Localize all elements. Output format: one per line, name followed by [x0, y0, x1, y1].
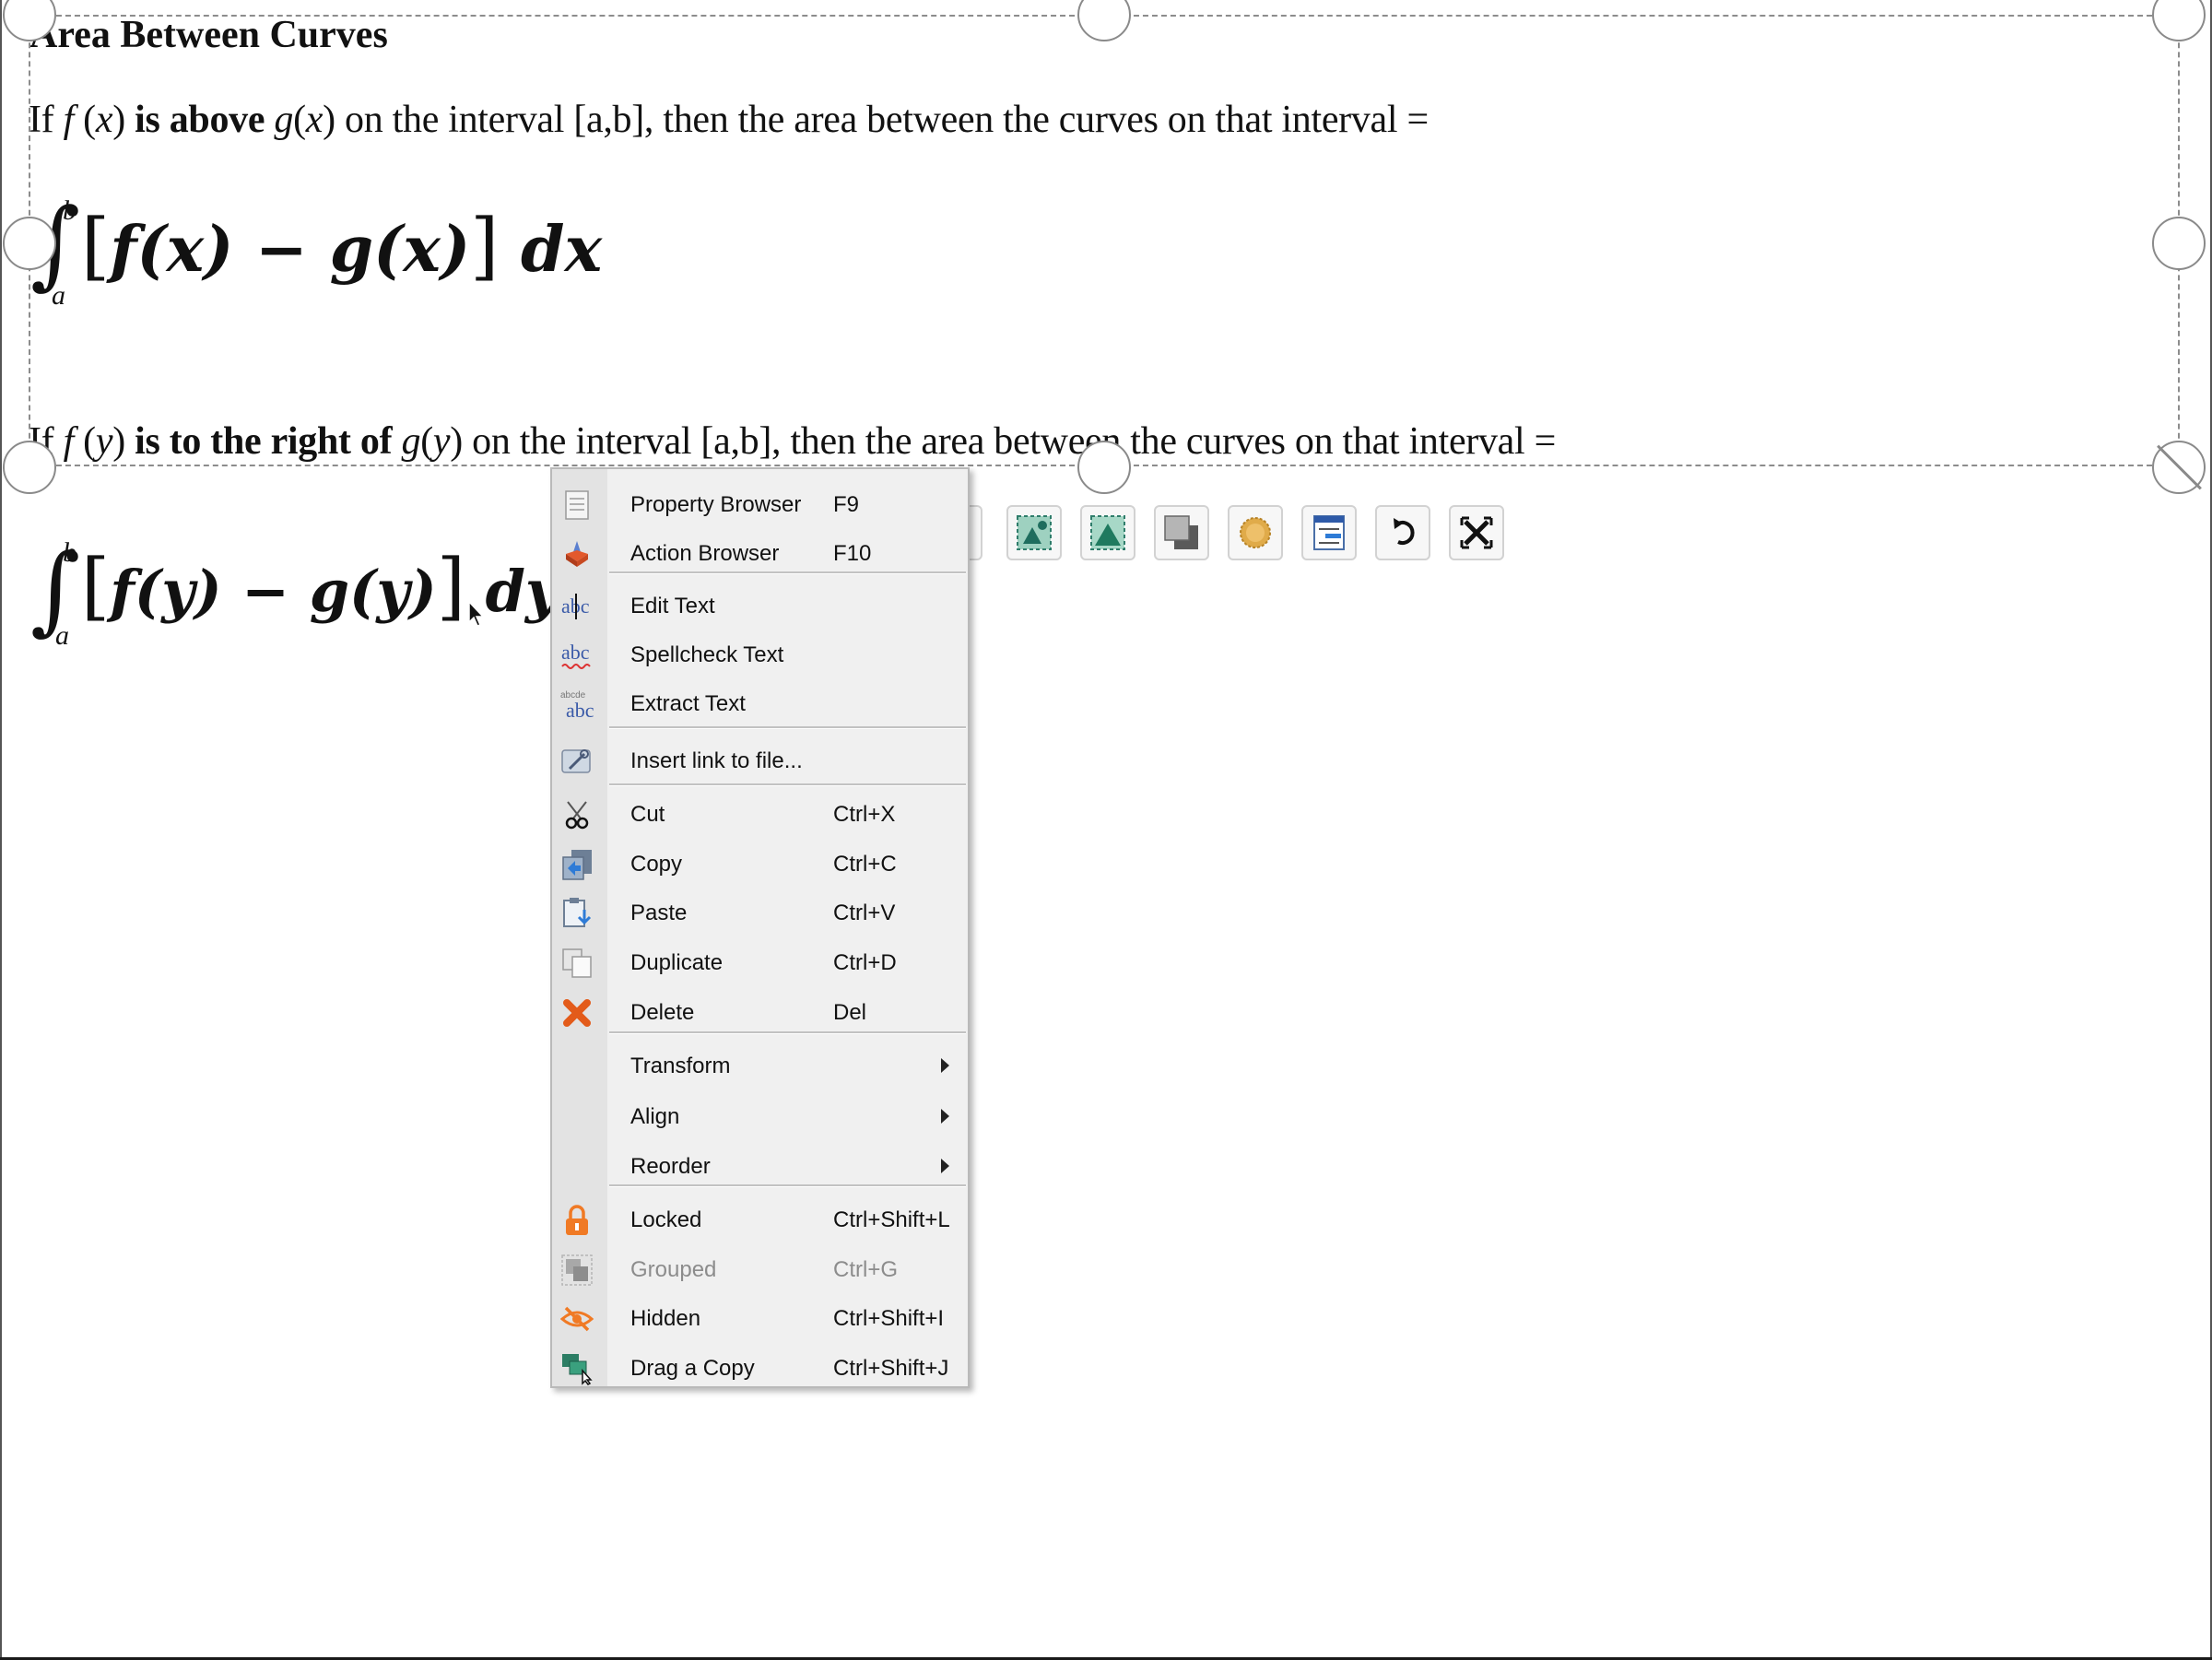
- formula-dy: ∫ b a [f(y) − g(y)] dy: [30, 537, 559, 661]
- extract-text-icon: abcde abc: [560, 688, 594, 722]
- menu-item-drag-a-copy[interactable]: Drag a Copy Ctrl+Shift+J: [552, 1345, 968, 1393]
- menu-label: Hidden: [630, 1306, 701, 1331]
- menu-shortcut: Ctrl+V: [833, 901, 896, 925]
- menu-label: Locked: [630, 1207, 702, 1232]
- drag-copy-icon: [560, 1352, 594, 1385]
- menu-item-paste[interactable]: Paste Ctrl+V: [552, 889, 968, 937]
- insert-link-icon: [560, 745, 594, 778]
- menu-item-delete[interactable]: Delete Del: [552, 989, 968, 1037]
- menu-shortcut: F10: [833, 541, 872, 566]
- resize-handle-middle-left[interactable]: [3, 217, 56, 270]
- menu-label: Duplicate: [630, 950, 724, 975]
- menu-item-property-browser[interactable]: Property Browser F9: [552, 481, 968, 529]
- integral-upper-limit: b: [63, 537, 76, 568]
- mask-button[interactable]: [1006, 505, 1062, 560]
- menu-shortcut: Ctrl+Shift+I: [833, 1306, 945, 1331]
- brightness-button[interactable]: [1228, 505, 1283, 560]
- menu-shortcut: Ctrl+X: [833, 802, 896, 827]
- menu-item-transform[interactable]: Transform: [552, 1042, 968, 1090]
- menu-label: Align: [630, 1104, 680, 1129]
- svg-text:abc: abc: [566, 699, 594, 721]
- submenu-arrow-icon: [941, 1058, 949, 1073]
- hidden-eye-icon: [559, 1302, 594, 1336]
- lock-icon: [560, 1204, 594, 1237]
- menu-label: Edit Text: [630, 594, 715, 618]
- menu-label: Delete: [630, 1000, 695, 1025]
- property-browser-icon: [560, 489, 594, 522]
- menu-label: Property Browser: [630, 492, 802, 517]
- duplicate-icon: [560, 947, 594, 980]
- left-bracket: [: [81, 543, 111, 629]
- integral-lower-limit: a: [55, 620, 69, 651]
- menu-shortcut: Del: [833, 1000, 867, 1025]
- menu-shortcut: Ctrl+Shift+J: [833, 1356, 949, 1381]
- submenu-arrow-icon: [941, 1109, 949, 1124]
- menu-separator: [609, 783, 966, 786]
- resize-handle-middle-right[interactable]: [2152, 217, 2206, 270]
- menu-label: Transform: [630, 1054, 731, 1078]
- resize-handle-bottom-center[interactable]: [1077, 441, 1131, 494]
- menu-item-extract-text[interactable]: abcde abc Extract Text: [552, 680, 968, 728]
- menu-item-hidden[interactable]: Hidden Ctrl+Shift+I: [552, 1295, 968, 1343]
- menu-item-cut[interactable]: Cut Ctrl+X: [552, 791, 968, 839]
- menu-label: Extract Text: [630, 691, 746, 716]
- menu-shortcut: F9: [833, 492, 860, 517]
- menu-item-spellcheck-text[interactable]: abc Spellcheck Text: [552, 631, 968, 679]
- action-browser-icon: [560, 537, 594, 571]
- rotate-button[interactable]: [1375, 505, 1430, 560]
- integrand: f(y) − g(y): [110, 558, 437, 625]
- menu-separator: [609, 571, 966, 574]
- selection-box[interactable]: [29, 15, 2180, 466]
- context-menu: Property Browser F9 Action Browser F10 a…: [550, 467, 970, 1388]
- menu-separator: [609, 1031, 966, 1034]
- menu-shortcut: Ctrl+G: [833, 1257, 899, 1282]
- menu-item-grouped[interactable]: Grouped Ctrl+G: [552, 1246, 968, 1294]
- menu-item-edit-text[interactable]: abc Edit Text: [552, 583, 968, 630]
- menu-item-locked[interactable]: Locked Ctrl+Shift+L: [552, 1196, 968, 1244]
- spellcheck-icon: abc: [560, 639, 594, 672]
- paste-icon: [560, 897, 594, 930]
- group-icon: [560, 1254, 594, 1287]
- menu-separator: [609, 726, 966, 729]
- menu-label: Drag a Copy: [630, 1356, 755, 1381]
- submenu-arrow-icon: [941, 1159, 949, 1173]
- menu-label: Reorder: [630, 1154, 711, 1179]
- menu-label: Action Browser: [630, 541, 780, 566]
- menu-shortcut: Ctrl+C: [833, 852, 897, 877]
- menu-label: Cut: [630, 802, 665, 827]
- shadow-button[interactable]: [1154, 505, 1209, 560]
- menu-label: Copy: [630, 852, 683, 877]
- menu-shortcut: Ctrl+Shift+L: [833, 1207, 950, 1232]
- properties-button[interactable]: [1301, 505, 1357, 560]
- edit-text-icon: abc: [560, 590, 594, 623]
- menu-item-duplicate[interactable]: Duplicate Ctrl+D: [552, 939, 968, 987]
- window-left-edge: [0, 0, 2, 1659]
- copy-icon: [560, 848, 594, 881]
- scissors-icon: [560, 798, 594, 831]
- menu-item-insert-link[interactable]: Insert link to file...: [552, 737, 968, 785]
- menu-label: Paste: [630, 901, 688, 925]
- mouse-cursor-icon: [467, 600, 486, 632]
- delete-x-icon: [560, 996, 594, 1030]
- rotate-handle[interactable]: [2152, 441, 2206, 494]
- menu-label: Grouped: [630, 1257, 717, 1282]
- right-bracket: ]: [436, 543, 465, 629]
- differential: dy: [485, 558, 559, 625]
- svg-text:abc: abc: [561, 641, 590, 664]
- image-fill-button[interactable]: [1080, 505, 1135, 560]
- menu-item-copy[interactable]: Copy Ctrl+C: [552, 841, 968, 889]
- menu-item-align[interactable]: Align: [552, 1093, 968, 1141]
- menu-shortcut: Ctrl+D: [833, 950, 897, 975]
- resize-handle-bottom-left[interactable]: [3, 441, 56, 494]
- menu-separator: [609, 1184, 966, 1187]
- menu-label: Insert link to file...: [630, 748, 803, 773]
- menu-label: Spellcheck Text: [630, 642, 784, 667]
- close-button[interactable]: [1449, 505, 1504, 560]
